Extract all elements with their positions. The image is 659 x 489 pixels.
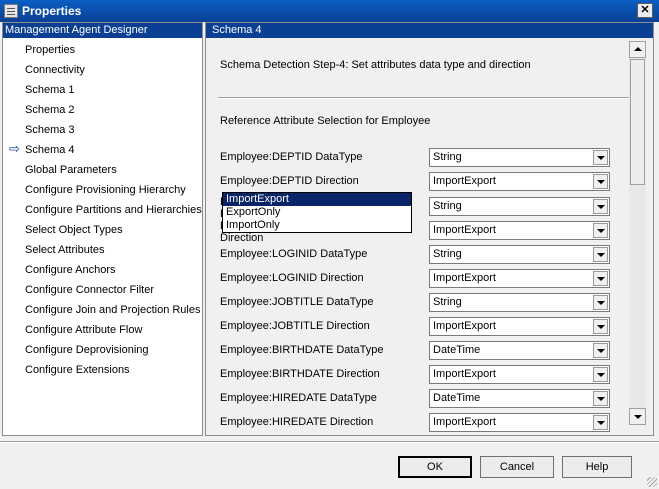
- nav-item-global-parameters[interactable]: Global Parameters: [25, 161, 117, 179]
- combo-value: DateTime: [433, 344, 481, 356]
- attribute-combo[interactable]: DateTime: [429, 389, 610, 408]
- attribute-combo[interactable]: ImportExport: [429, 221, 610, 240]
- nav-item-schema-2[interactable]: Schema 2: [25, 101, 75, 119]
- combo-value: String: [433, 151, 462, 163]
- combo-value: String: [433, 248, 462, 260]
- nav-item-schema-4[interactable]: Schema 4: [25, 141, 75, 159]
- cancel-button[interactable]: Cancel: [480, 456, 554, 478]
- vertical-scrollbar[interactable]: [629, 41, 646, 425]
- dropdown-option[interactable]: ExportOnly: [223, 206, 411, 219]
- nav-item-configure-join-and-projection-rules[interactable]: Configure Join and Projection Rules: [25, 301, 201, 319]
- attribute-label: Employee:JOBTITLE Direction: [220, 320, 370, 332]
- scroll-down-icon[interactable]: [629, 408, 646, 425]
- attribute-label: Employee:LOGINID DataType: [220, 248, 368, 260]
- nav-item-schema-3[interactable]: Schema 3: [25, 121, 75, 139]
- attribute-label: Employee:HIREDATE Direction: [220, 416, 374, 428]
- combo-value: ImportExport: [433, 272, 496, 284]
- navigation-pane-header: Management Agent Designer: [3, 23, 202, 38]
- attribute-combo[interactable]: String: [429, 197, 610, 216]
- nav-item-select-object-types[interactable]: Select Object Types: [25, 221, 123, 239]
- help-button[interactable]: Help: [562, 456, 632, 478]
- window-title: Properties: [22, 4, 82, 18]
- step-title: Schema Detection Step-4: Set attributes …: [220, 59, 531, 71]
- nav-item-configure-provisioning-hierarchy[interactable]: Configure Provisioning Hierarchy: [25, 181, 186, 199]
- schema-pane-header: Schema 4: [206, 23, 653, 38]
- combo-value: String: [433, 200, 462, 212]
- nav-item-configure-extensions[interactable]: Configure Extensions: [25, 361, 130, 379]
- navigation-pane: Management Agent Designer Properties Conn…: [2, 22, 203, 436]
- scroll-thumb[interactable]: [630, 59, 645, 185]
- chevron-down-icon[interactable]: [593, 367, 608, 382]
- chevron-down-icon[interactable]: [593, 271, 608, 286]
- chevron-down-icon[interactable]: [593, 247, 608, 262]
- attribute-combo[interactable]: ImportExport: [429, 317, 610, 336]
- title-bar: Properties ✕: [0, 0, 659, 22]
- dropdown-option[interactable]: ImportOnly: [223, 219, 411, 232]
- attribute-combo[interactable]: ImportExport: [429, 365, 610, 384]
- nav-item-configure-partitions-and-hierarchies[interactable]: Configure Partitions and Hierarchies: [25, 201, 202, 219]
- combo-value: ImportExport: [433, 224, 496, 236]
- footer-divider: [0, 441, 659, 443]
- attribute-combo[interactable]: DateTime: [429, 341, 610, 360]
- direction-dropdown-list[interactable]: ImportExport ExportOnly ImportOnly: [222, 192, 412, 233]
- schema-content: Schema Detection Step-4: Set attributes …: [212, 39, 631, 433]
- attribute-label: Employee:HIREDATE DataType: [220, 392, 377, 404]
- attribute-combo[interactable]: String: [429, 148, 610, 167]
- chevron-down-icon[interactable]: [593, 415, 608, 430]
- nav-item-schema-1[interactable]: Schema 1: [25, 81, 75, 99]
- combo-value: DateTime: [433, 392, 481, 404]
- attribute-label: Employee:BIRTHDATE DataType: [220, 344, 384, 356]
- chevron-down-icon[interactable]: [593, 150, 608, 165]
- chevron-down-icon[interactable]: [593, 343, 608, 358]
- resize-grip-icon[interactable]: [647, 477, 657, 487]
- attribute-label: Employee:LOGINID Direction: [220, 272, 364, 284]
- nav-item-select-attributes[interactable]: Select Attributes: [25, 241, 105, 259]
- attribute-combo[interactable]: ImportExport: [429, 413, 610, 432]
- close-button[interactable]: ✕: [637, 3, 653, 18]
- nav-item-connectivity[interactable]: Connectivity: [25, 61, 85, 79]
- dropdown-option[interactable]: ImportExport: [223, 193, 411, 206]
- attribute-combo[interactable]: String: [429, 293, 610, 312]
- scroll-up-icon[interactable]: [629, 41, 646, 58]
- nav-item-configure-deprovisioning[interactable]: Configure Deprovisioning: [25, 341, 149, 359]
- nav-item-configure-connector-filter[interactable]: Configure Connector Filter: [25, 281, 154, 299]
- attribute-label: Employee:JOBTITLE DataType: [220, 296, 374, 308]
- chevron-down-icon[interactable]: [593, 174, 608, 189]
- attribute-label: Employee:DEPTID Direction: [220, 175, 359, 187]
- section-title: Reference Attribute Selection for Employ…: [220, 115, 431, 127]
- nav-item-configure-attribute-flow[interactable]: Configure Attribute Flow: [25, 321, 142, 339]
- attribute-combo[interactable]: String: [429, 245, 610, 264]
- nav-item-configure-anchors[interactable]: Configure Anchors: [25, 261, 116, 279]
- combo-value: ImportExport: [433, 368, 496, 380]
- attribute-label: Employee:DEPTID DataType: [220, 151, 363, 163]
- ok-button[interactable]: OK: [398, 456, 472, 478]
- chevron-down-icon[interactable]: [593, 199, 608, 214]
- attribute-label: Employee:BIRTHDATE Direction: [220, 368, 380, 380]
- nav-item-properties[interactable]: Properties: [25, 41, 75, 59]
- combo-value: ImportExport: [433, 416, 496, 428]
- combo-value: ImportExport: [433, 320, 496, 332]
- attribute-combo[interactable]: ImportExport: [429, 269, 610, 288]
- current-page-arrow-icon: ⇨: [9, 141, 20, 156]
- chevron-down-icon[interactable]: [593, 391, 608, 406]
- chevron-down-icon[interactable]: [593, 319, 608, 334]
- attribute-combo[interactable]: ImportExport: [429, 172, 610, 191]
- combo-value: ImportExport: [433, 175, 496, 187]
- combo-value: String: [433, 296, 462, 308]
- properties-window-icon: [4, 4, 18, 18]
- chevron-down-icon[interactable]: [593, 295, 608, 310]
- chevron-down-icon[interactable]: [593, 223, 608, 238]
- divider: [218, 97, 630, 99]
